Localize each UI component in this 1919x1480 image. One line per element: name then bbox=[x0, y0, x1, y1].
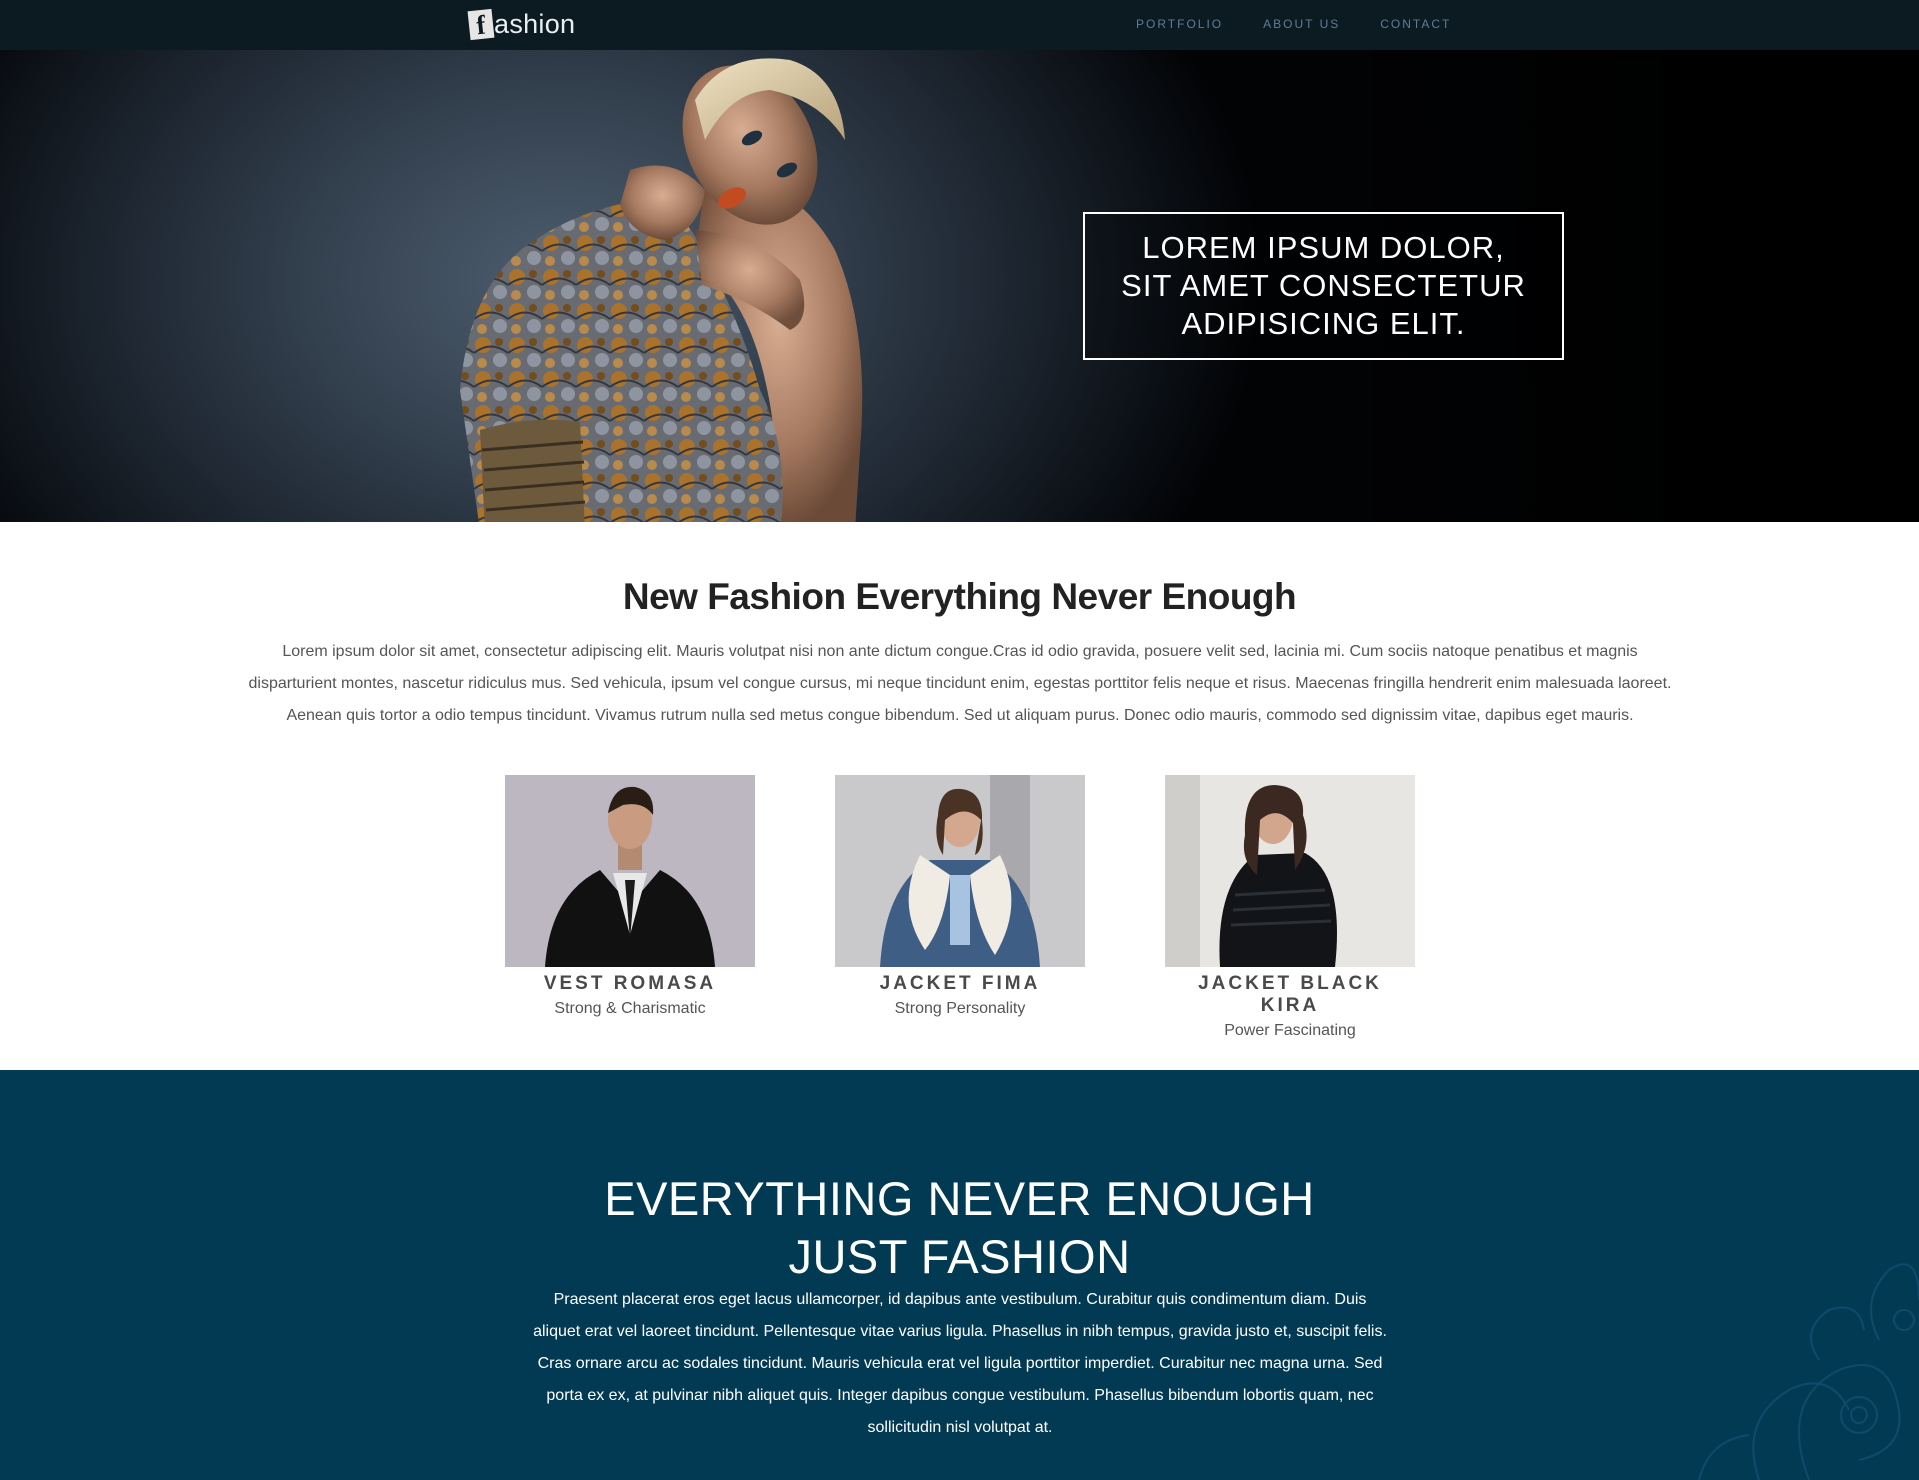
product-subtitle: Strong & Charismatic bbox=[554, 1000, 706, 1017]
hero-banner: LOREM IPSUM DOLOR, SIT AMET CONSECTETUR … bbox=[0, 50, 1919, 522]
feature-text: Praesent placerat eros eget lacus ullamc… bbox=[533, 1291, 1387, 1436]
navbar: f ashion PORTFOLIO ABOUT US CONTACT bbox=[0, 0, 1919, 50]
intro-title: New Fashion Everything Never Enough bbox=[622, 576, 1297, 617]
brand-name: ashion bbox=[494, 9, 576, 39]
product-image-jacket-black-kira[interactable] bbox=[1165, 775, 1415, 967]
nav-item-contact[interactable]: CONTACT bbox=[1380, 17, 1451, 31]
product-name: VEST ROMASA bbox=[543, 973, 717, 994]
product-image-vest-romasa[interactable] bbox=[505, 775, 755, 967]
product-card[interactable]: JACKET BLACK KIRA Power Fascinating bbox=[1165, 775, 1415, 1040]
brand-logo[interactable]: f ashion bbox=[467, 8, 576, 40]
nav-item-portfolio[interactable]: PORTFOLIO bbox=[1136, 17, 1223, 31]
hero-model-image bbox=[460, 58, 863, 522]
feature-section: EVERYTHING NEVER ENOUGH JUST FASHION Pra… bbox=[0, 1070, 1919, 1480]
product-image-jacket-fima[interactable] bbox=[835, 775, 1085, 967]
nav-item-about-us[interactable]: ABOUT US bbox=[1263, 17, 1340, 31]
product-name: JACKET BLACK KIRA bbox=[1198, 973, 1382, 1016]
product-card[interactable]: JACKET FIMA Strong Personality bbox=[835, 775, 1085, 1018]
intro-text: Lorem ipsum dolor sit amet, consectetur … bbox=[248, 643, 1672, 724]
product-card[interactable]: VEST ROMASA Strong & Charismatic bbox=[505, 775, 755, 1018]
hero-headline: LOREM IPSUM DOLOR, SIT AMET CONSECTETUR … bbox=[1083, 212, 1564, 360]
product-subtitle: Power Fascinating bbox=[1224, 1022, 1356, 1039]
paisley-pattern bbox=[1698, 1263, 1919, 1480]
f-letter-logo-icon: f bbox=[467, 8, 495, 40]
product-name: JACKET FIMA bbox=[879, 973, 1041, 994]
product-subtitle: Strong Personality bbox=[894, 1000, 1026, 1017]
nav-menu: PORTFOLIO ABOUT US CONTACT bbox=[1136, 17, 1491, 31]
